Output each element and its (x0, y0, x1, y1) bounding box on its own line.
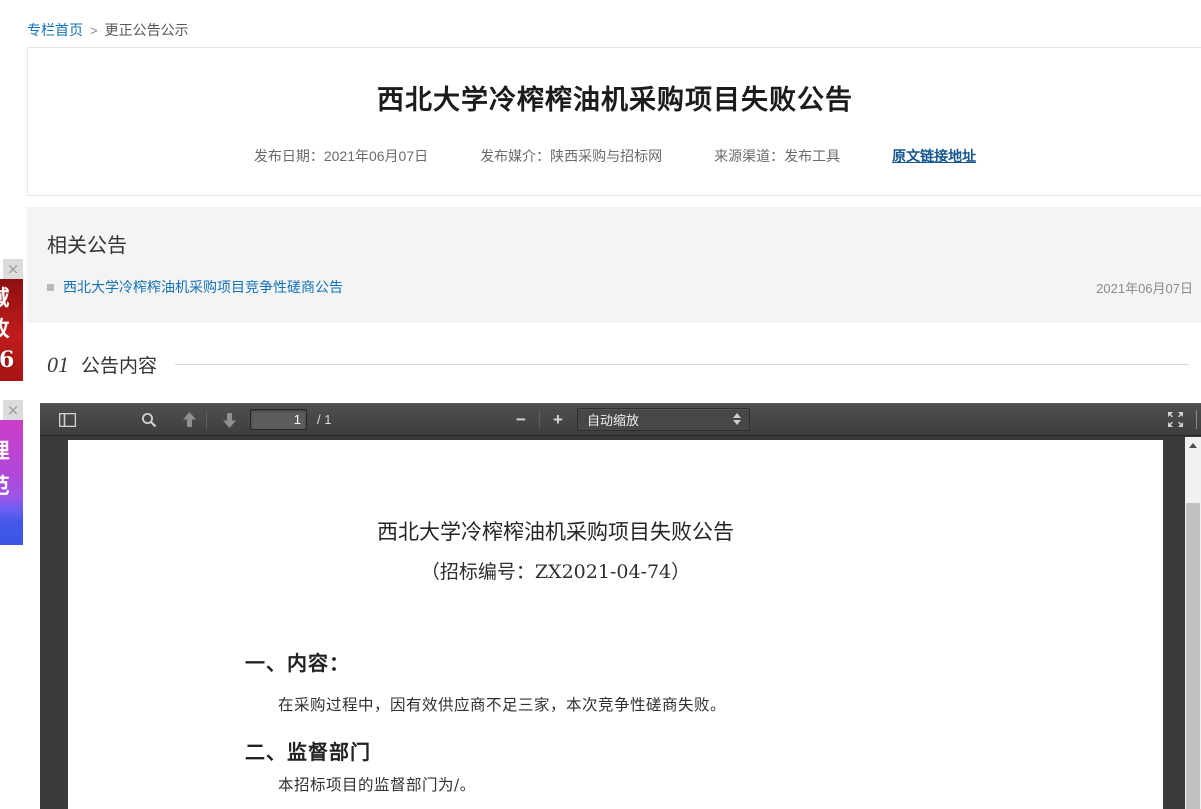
related-announcement-link[interactable]: 西北大学冷榨榨油机采购项目竞争性磋商公告 (63, 277, 343, 297)
pdf-toolbar: / 1 − + 自动缩放 (40, 403, 1201, 436)
arrow-down-icon (222, 412, 237, 428)
zoom-out-button[interactable]: − (508, 403, 534, 436)
section-title: 公告内容 (81, 351, 157, 378)
ad-number: 26 (0, 345, 14, 375)
select-arrows-icon (733, 413, 741, 425)
pdf-scrollbar[interactable] (1185, 437, 1201, 809)
minus-icon: − (516, 410, 526, 430)
page-number-input[interactable] (250, 409, 307, 430)
toolbar-separator (206, 410, 207, 429)
pdf-viewer: / 1 − + 自动缩放 (40, 403, 1201, 809)
zoom-in-button[interactable]: + (545, 403, 571, 436)
ad-char: 理 (0, 434, 10, 469)
document-paragraph-2: 本招标项目的监督部门为/。 (278, 773, 476, 795)
section-divider (175, 364, 1189, 365)
sidebar-toggle-icon (59, 413, 76, 427)
ad-banner-purple[interactable]: 理 范 (0, 420, 23, 545)
scroll-up-icon (1189, 443, 1197, 448)
pdf-page: 西北大学冷榨榨油机采购项目失败公告 （招标编号：ZX2021-04-74） 一、… (68, 440, 1163, 809)
ad-char: 改 (0, 314, 10, 345)
arrow-up-icon (182, 412, 197, 428)
sidebar-toggle-button[interactable] (54, 403, 80, 436)
document-paragraph-1: 在采购过程中，因有效供应商不足三家，本次竞争性磋商失败。 (278, 693, 726, 715)
square-bullet-icon (47, 284, 54, 291)
original-link[interactable]: 原文链接地址 (892, 146, 976, 166)
document-heading-1: 一、内容： (245, 647, 350, 676)
document-title: 西北大学冷榨榨油机采购项目失败公告 (68, 516, 1163, 546)
previous-page-button[interactable] (176, 403, 202, 436)
ad-close-button[interactable]: × (3, 400, 23, 420)
related-list-item: 西北大学冷榨榨油机采购项目竞争性磋商公告 2021年06月07日 (47, 277, 1193, 297)
breadcrumb-separator: > (90, 23, 98, 38)
section-number: 01 (47, 352, 69, 378)
ad-char: 范 (0, 469, 10, 504)
breadcrumb: 专栏首页 > 更正公告公示 (27, 20, 189, 40)
zoom-scale-value: 自动缩放 (587, 410, 639, 429)
search-button[interactable] (136, 403, 162, 436)
ad-char: 域 (0, 283, 10, 314)
toolbar-separator (1196, 410, 1197, 429)
next-page-button[interactable] (216, 403, 242, 436)
plus-icon: + (553, 410, 563, 430)
search-icon (141, 412, 157, 428)
content-section-header: 01 公告内容 (47, 351, 1189, 378)
ad-banner-red[interactable]: 域 改 26 (0, 279, 23, 381)
page-count-label: / 1 (317, 412, 331, 427)
breadcrumb-current: 更正公告公示 (105, 22, 189, 38)
article-header-panel: 西北大学冷榨榨油机采购项目失败公告 发布日期：2021年06月07日 发布媒介：… (27, 47, 1201, 196)
zoom-scale-select[interactable]: 自动缩放 (577, 408, 750, 431)
publish-media: 发布媒介：陕西采购与招标网 (480, 146, 662, 166)
fullscreen-icon (1167, 411, 1184, 428)
related-heading: 相关公告 (47, 229, 127, 258)
toolbar-separator (539, 410, 540, 429)
page-title: 西北大学冷榨榨油机采购项目失败公告 (28, 78, 1201, 117)
source-channel: 来源渠道：发布工具 (714, 146, 840, 166)
scrollbar-thumb[interactable] (1186, 503, 1200, 809)
presentation-mode-button[interactable] (1162, 403, 1188, 436)
scrollbar-up-button[interactable] (1185, 437, 1201, 454)
pdf-viewer-canvas-area: 西北大学冷榨榨油机采购项目失败公告 （招标编号：ZX2021-04-74） 一、… (40, 437, 1185, 809)
breadcrumb-home-link[interactable]: 专栏首页 (27, 22, 83, 38)
ad-close-button[interactable]: × (3, 259, 23, 279)
related-announcement-date: 2021年06月07日 (1096, 278, 1193, 297)
document-subtitle: （招标编号：ZX2021-04-74） (68, 557, 1163, 584)
publish-date: 发布日期：2021年06月07日 (254, 146, 428, 166)
document-heading-2: 二、监督部门 (245, 736, 371, 765)
article-meta-row: 发布日期：2021年06月07日 发布媒介：陕西采购与招标网 来源渠道：发布工具… (28, 146, 1201, 166)
related-announcements-panel: 相关公告 西北大学冷榨榨油机采购项目竞争性磋商公告 2021年06月07日 (27, 207, 1201, 323)
